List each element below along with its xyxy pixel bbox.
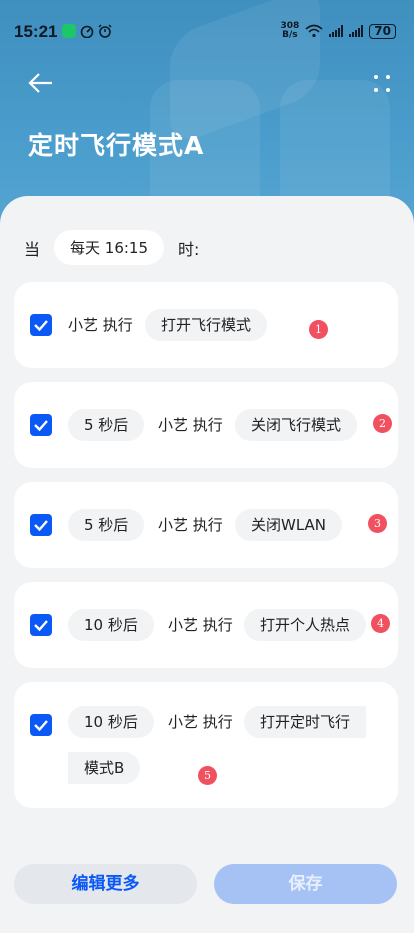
actor-label: 小艺 执行 (68, 316, 133, 334)
checkmark-icon (34, 320, 48, 332)
action-pill[interactable]: 打开个人热点 (244, 609, 367, 641)
action-checkbox-5[interactable] (30, 714, 52, 736)
action-card-1[interactable]: 小艺 执行 打开飞行模式 1 (14, 282, 398, 368)
action-pill[interactable]: 打开飞行模式 (145, 309, 268, 341)
status-time: 15:21 (14, 22, 58, 41)
action-checkbox-1[interactable] (30, 314, 52, 336)
step-badge-1: 1 (309, 320, 328, 339)
speedometer-icon (80, 25, 94, 38)
action-card-4[interactable]: 10 秒后 小艺 执行 打开个人热点 4 (14, 582, 398, 668)
checkmark-icon (34, 620, 48, 632)
action-pill[interactable]: 关闭飞行模式 (235, 409, 358, 441)
actor-label: 小艺 执行 (158, 516, 223, 534)
trigger-row: 当 每天 16:15 时: (24, 230, 199, 265)
action-pill[interactable]: 关闭WLAN (235, 509, 343, 541)
checkmark-icon (34, 420, 48, 432)
save-button[interactable]: 保存 (214, 864, 397, 904)
delay-pill[interactable]: 10 秒后 (68, 706, 154, 738)
signal-icon-1 (329, 25, 344, 37)
step-badge-2: 2 (373, 414, 392, 433)
battery-icon: 70 (369, 23, 396, 39)
more-options-icon[interactable] (372, 72, 392, 96)
status-notification-icons (62, 24, 112, 38)
checkmark-icon (34, 720, 48, 732)
wifi-icon (305, 24, 323, 38)
network-speed-unit: B/s (282, 30, 298, 40)
action-card-3[interactable]: 5 秒后 小艺 执行 关闭WLAN 3 (14, 482, 398, 568)
step-badge-3: 3 (368, 514, 387, 533)
edit-more-button[interactable]: 编辑更多 (14, 864, 197, 904)
delay-pill[interactable]: 5 秒后 (68, 409, 145, 441)
step-badge-4: 4 (371, 614, 390, 633)
actor-label: 小艺 执行 (168, 713, 233, 731)
status-bar: 15:21 308 B/s 70 (0, 0, 414, 62)
delay-pill[interactable]: 5 秒后 (68, 509, 145, 541)
page-title: 定时飞行模式A (28, 131, 205, 160)
status-system-icons: 308 B/s 70 (281, 22, 396, 40)
wechat-icon (62, 24, 76, 38)
action-card-2[interactable]: 5 秒后 小艺 执行 关闭飞行模式 2 (14, 382, 398, 468)
checkmark-icon (34, 520, 48, 532)
network-speed: 308 B/s (281, 22, 300, 40)
back-arrow-icon[interactable] (26, 68, 56, 98)
trigger-prefix: 当 (24, 239, 41, 259)
delay-pill[interactable]: 10 秒后 (68, 609, 154, 641)
action-pill[interactable]: 打开定时飞行 (244, 706, 367, 738)
action-pill-continued[interactable]: 模式B (68, 752, 141, 784)
signal-icon-2 (349, 25, 364, 37)
action-checkbox-4[interactable] (30, 614, 52, 636)
actor-label: 小艺 执行 (168, 616, 233, 634)
action-card-5[interactable]: 10 秒后 小艺 执行 打开定时飞行 模式B 5 (14, 682, 398, 808)
step-badge-5: 5 (198, 766, 217, 785)
main-content: 当 每天 16:15 时: 小艺 执行 打开飞行模式 1 5 秒后 小艺 执行 … (0, 196, 414, 933)
action-checkbox-2[interactable] (30, 414, 52, 436)
trigger-suffix: 时: (178, 239, 200, 259)
alarm-icon (98, 24, 112, 38)
trigger-schedule-pill[interactable]: 每天 16:15 (54, 230, 165, 265)
actor-label: 小艺 执行 (158, 416, 223, 434)
action-checkbox-3[interactable] (30, 514, 52, 536)
